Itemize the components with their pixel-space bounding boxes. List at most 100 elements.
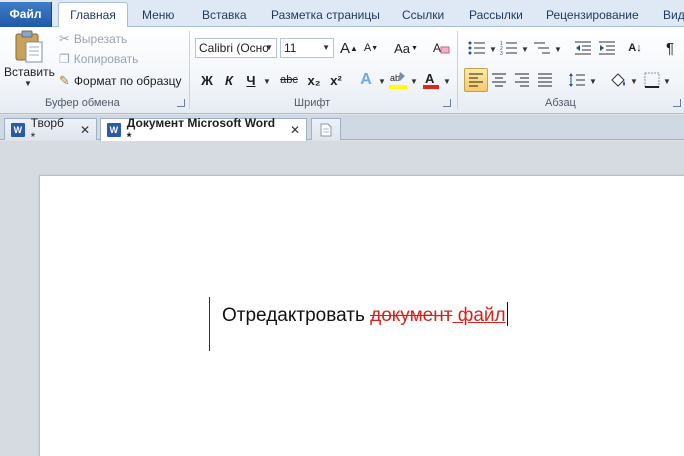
copy-icon: ❐ bbox=[59, 52, 70, 66]
chevron-down-icon[interactable]: ▼ bbox=[589, 77, 597, 86]
sort-button[interactable]: A↓ bbox=[624, 37, 646, 59]
align-right-button[interactable] bbox=[511, 69, 533, 91]
document-tab-strip: W Творб * ✕ W Документ Microsoft Word * … bbox=[0, 115, 684, 144]
brush-icon: ✎ bbox=[59, 73, 70, 88]
decrease-indent-button[interactable] bbox=[572, 37, 594, 59]
text-cursor bbox=[506, 302, 508, 326]
tab-home[interactable]: Главная bbox=[58, 2, 128, 28]
svg-text:3: 3 bbox=[500, 51, 503, 56]
line-spacing-button[interactable] bbox=[566, 69, 588, 91]
tab-view[interactable]: Вид bbox=[663, 4, 684, 26]
highlight-button[interactable]: ab bbox=[387, 69, 409, 91]
font-group-label: Шрифт bbox=[294, 97, 331, 109]
chevron-down-icon[interactable]: ▼ bbox=[554, 45, 562, 54]
tab-mailings[interactable]: Рассылки bbox=[469, 4, 523, 26]
change-case-button[interactable]: Aa ▼ bbox=[392, 37, 420, 59]
chevron-down-icon[interactable]: ▼ bbox=[263, 77, 271, 86]
borders-icon bbox=[644, 72, 660, 88]
font-launcher-icon[interactable] bbox=[443, 99, 451, 107]
multilevel-list-icon bbox=[534, 42, 550, 54]
paragraph-launcher-icon[interactable] bbox=[673, 99, 681, 107]
justify-icon bbox=[538, 73, 552, 87]
new-tab-button[interactable] bbox=[311, 118, 341, 140]
chevron-down-icon[interactable]: ▼ bbox=[663, 77, 671, 86]
document-text: Отредактровать bbox=[222, 305, 371, 326]
svg-text:A: A bbox=[425, 71, 435, 86]
chevron-down-icon: ▼ bbox=[265, 43, 273, 52]
italic-button[interactable]: К bbox=[218, 69, 240, 91]
chevron-down-icon: ▼ bbox=[410, 44, 418, 52]
strikethrough-button[interactable]: abc bbox=[276, 69, 302, 91]
align-center-button[interactable] bbox=[488, 69, 510, 91]
paragraph-group-label: Абзац bbox=[545, 97, 576, 109]
document-page[interactable]: Отредактровать документ файл bbox=[39, 175, 684, 456]
format-painter-button[interactable]: ✎ Формат по образцу bbox=[58, 72, 183, 90]
clear-formatting-button[interactable]: A bbox=[430, 37, 452, 59]
triangle-up-icon: ▲ bbox=[350, 43, 358, 53]
format-painter-label: Формат по образцу bbox=[73, 74, 182, 88]
multilevel-list-button[interactable] bbox=[531, 37, 553, 59]
copy-label: Копировать bbox=[73, 52, 139, 66]
chevron-down-icon[interactable]: ▼ bbox=[378, 77, 386, 86]
align-left-button[interactable] bbox=[464, 68, 488, 92]
align-right-icon bbox=[515, 73, 529, 87]
tab-references[interactable]: Ссылки bbox=[402, 4, 444, 26]
paint-bucket-icon bbox=[611, 73, 625, 87]
text-effects-button[interactable]: A bbox=[355, 69, 377, 91]
shrink-font-button[interactable]: A ▼ bbox=[360, 37, 382, 59]
superscript-button[interactable]: x² bbox=[325, 69, 347, 91]
font-color-icon: A bbox=[423, 71, 439, 89]
chevron-down-icon[interactable]: ▼ bbox=[630, 77, 638, 86]
numbering-button[interactable]: 1 2 3 bbox=[498, 37, 520, 59]
shading-button[interactable] bbox=[607, 69, 629, 91]
chevron-down-icon: ▼ bbox=[322, 43, 330, 52]
increase-indent-icon bbox=[599, 41, 615, 55]
tab-review[interactable]: Рецензирование bbox=[546, 4, 639, 26]
clipboard-launcher-icon[interactable] bbox=[177, 99, 185, 107]
chevron-down-icon[interactable]: ▼ bbox=[521, 45, 529, 54]
font-color-button[interactable]: A bbox=[420, 69, 442, 91]
grow-font-button[interactable]: A ▲ bbox=[338, 37, 360, 59]
justify-button[interactable] bbox=[534, 69, 556, 91]
subscript-button[interactable]: x₂ bbox=[303, 69, 325, 91]
bullet-list-icon bbox=[468, 41, 485, 55]
copy-button[interactable]: ❐ Копировать bbox=[58, 51, 139, 67]
underline-button[interactable]: Ч bbox=[240, 69, 262, 91]
tab-menu[interactable]: Меню bbox=[142, 4, 174, 26]
font-name-combo[interactable]: Calibri (Осно ▼ bbox=[195, 38, 277, 58]
tab-file[interactable]: Файл bbox=[0, 2, 52, 27]
clear-formatting-icon: A bbox=[433, 41, 450, 55]
triangle-down-icon: ▼ bbox=[371, 44, 379, 52]
chevron-down-icon[interactable]: ▼ bbox=[489, 45, 497, 54]
inserted-revision-text: файл bbox=[452, 305, 506, 326]
chevron-down-icon[interactable]: ▼ bbox=[410, 77, 418, 86]
close-icon[interactable]: ✕ bbox=[80, 123, 90, 137]
borders-button[interactable] bbox=[641, 69, 663, 91]
paste-dropdown-icon[interactable]: ▼ bbox=[24, 79, 32, 88]
doc-tab-tvorb[interactable]: W Творб * ✕ bbox=[4, 116, 97, 144]
close-icon[interactable]: ✕ bbox=[290, 123, 300, 137]
doc-tab-label: Документ Microsoft Word * bbox=[126, 116, 276, 144]
word-doc-icon: W bbox=[107, 123, 121, 137]
numbered-list-icon: 1 2 3 bbox=[500, 41, 517, 56]
deleted-revision-text: документ bbox=[370, 305, 453, 326]
bold-button[interactable]: Ж bbox=[196, 69, 218, 91]
font-size-combo[interactable]: 11 ▼ bbox=[280, 38, 334, 58]
tab-insert[interactable]: Вставка bbox=[202, 4, 247, 26]
tab-page-layout[interactable]: Разметка страницы bbox=[271, 4, 380, 26]
paste-button[interactable]: Вставить bbox=[4, 65, 55, 79]
increase-indent-button[interactable] bbox=[596, 37, 618, 59]
shrink-font-label: A bbox=[363, 42, 372, 54]
doc-tab-label: Творб * bbox=[30, 115, 64, 144]
paste-icon[interactable] bbox=[14, 30, 44, 64]
pilcrow-icon: ¶ bbox=[665, 39, 675, 57]
bullets-button[interactable] bbox=[466, 37, 488, 59]
change-bar bbox=[209, 297, 210, 351]
font-name-value: Calibri (Осно bbox=[199, 41, 269, 55]
doc-tab-document[interactable]: W Документ Microsoft Word * ✕ bbox=[100, 116, 307, 144]
document-paragraph[interactable]: Отредактровать документ файл bbox=[222, 302, 508, 327]
chevron-down-icon[interactable]: ▼ bbox=[443, 77, 451, 86]
show-formatting-button[interactable]: ¶ bbox=[659, 37, 681, 59]
cut-button[interactable]: ✂ Вырезать bbox=[58, 30, 128, 48]
decrease-indent-icon bbox=[575, 41, 591, 55]
